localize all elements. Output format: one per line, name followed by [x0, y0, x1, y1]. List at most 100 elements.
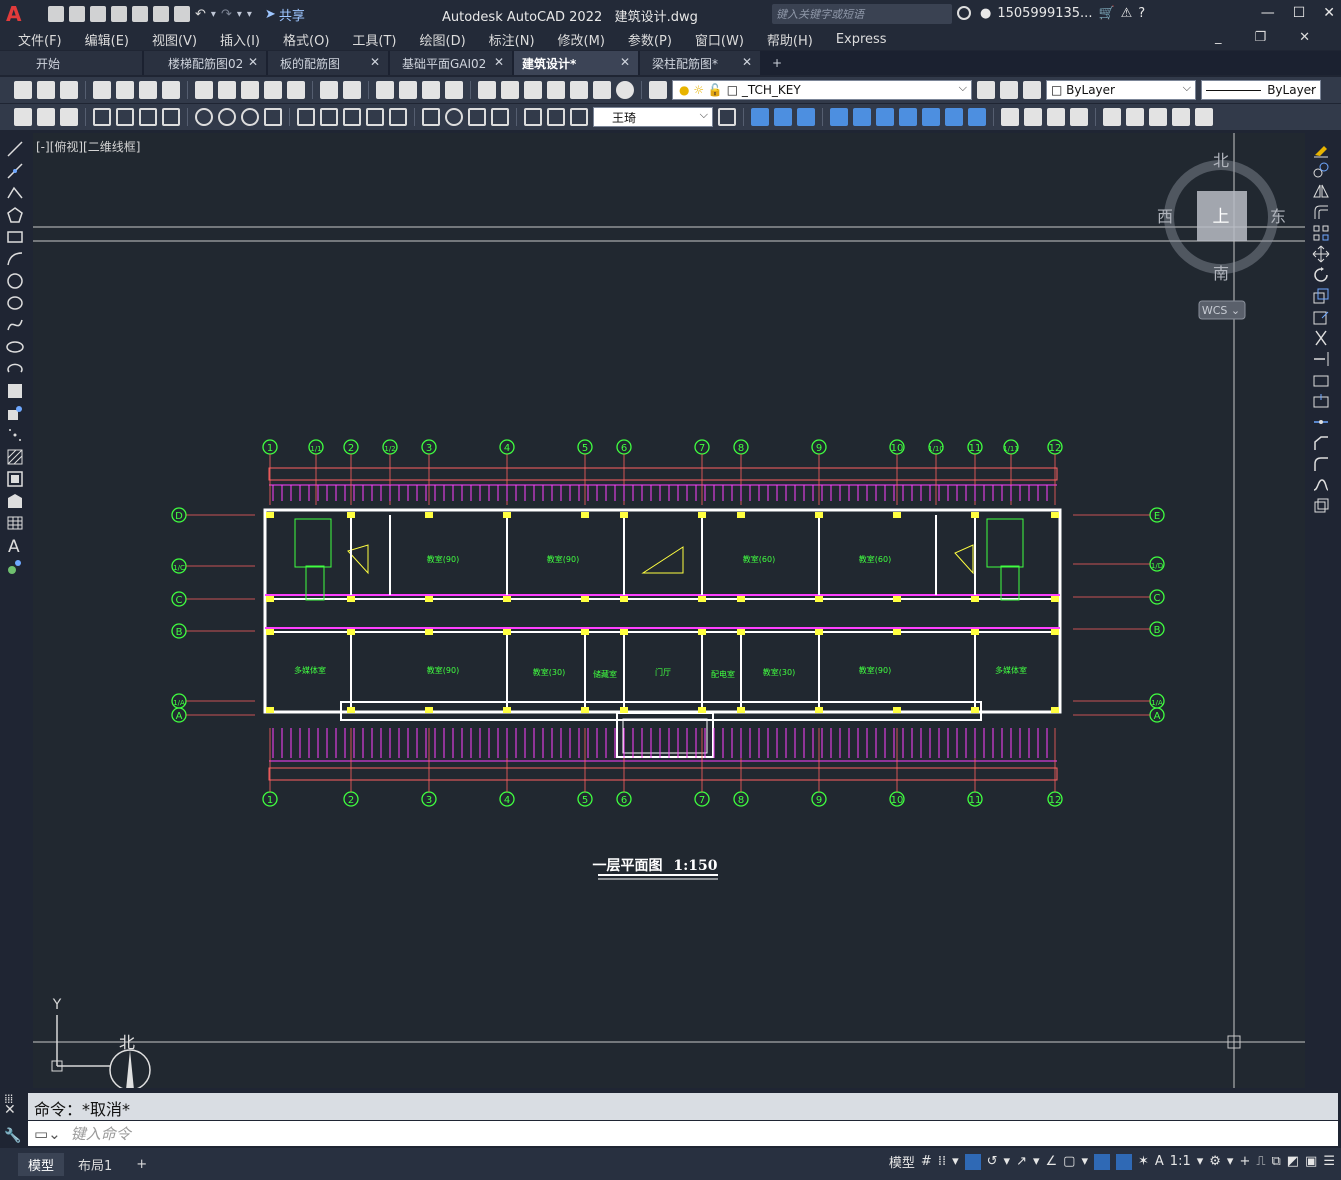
express-tool-14-icon[interactable] [1149, 108, 1167, 126]
point-icon[interactable] [6, 426, 24, 444]
mirror-icon[interactable] [1312, 182, 1330, 200]
close-icon[interactable]: ✕ [248, 55, 258, 69]
new-tab-button[interactable]: + [762, 51, 792, 75]
help-icon[interactable]: ? [1138, 6, 1145, 21]
redo-icon[interactable] [343, 81, 361, 99]
rotate-icon[interactable] [1312, 266, 1330, 284]
customization-icon[interactable]: ☰ [1323, 1154, 1335, 1169]
ellipse-icon[interactable] [6, 338, 24, 356]
explode-icon[interactable] [1312, 497, 1330, 515]
express-tool-6-icon[interactable] [945, 108, 963, 126]
cut-icon[interactable] [195, 81, 213, 99]
viewcube-east-label[interactable]: 东 [1270, 207, 1286, 226]
customize-qat-icon[interactable]: ▾ [247, 9, 252, 20]
dim-radius-icon[interactable] [195, 108, 213, 126]
markup-icon[interactable] [570, 81, 588, 99]
object-snap-tracking-icon[interactable]: ∠ [1046, 1154, 1058, 1169]
tab-foundation[interactable]: 基础平面GAI02 ✕ [390, 51, 512, 75]
dim-edit-icon[interactable] [524, 108, 542, 126]
dim-aligned-icon[interactable] [116, 108, 134, 126]
dim-break-icon[interactable] [389, 108, 407, 126]
tab-beam-column[interactable]: 梁柱配筋图* ✕ [640, 51, 760, 75]
hatch-icon[interactable] [6, 448, 24, 466]
menu-view[interactable]: 视图(V) [152, 30, 197, 49]
tab-model[interactable]: 模型 [18, 1152, 65, 1176]
center-mark-icon[interactable] [445, 108, 463, 126]
open-from-web-icon[interactable] [132, 6, 148, 22]
new-icon[interactable] [48, 6, 64, 22]
offset-icon[interactable] [1312, 203, 1330, 221]
viewcube-south-label[interactable]: 南 [1213, 264, 1229, 283]
undo-icon[interactable]: ↶ [195, 7, 206, 22]
polar-icon[interactable]: ↺ [987, 1154, 998, 1169]
menu-dimension[interactable]: 标注(N) [489, 30, 535, 49]
search-input[interactable]: 键入关键字或短语 [772, 4, 952, 24]
command-input[interactable]: ▭⌄ 键入命令 [28, 1121, 1338, 1146]
spline-icon[interactable] [6, 316, 24, 334]
close-icon[interactable]: ✕ [1323, 5, 1335, 21]
gradient-icon[interactable] [6, 470, 24, 488]
inspect-icon[interactable] [468, 108, 486, 126]
chamfer-icon[interactable] [1312, 434, 1330, 452]
bring-above-icon[interactable] [797, 108, 815, 126]
layer-properties-icon[interactable] [649, 81, 667, 99]
layer-previous-icon[interactable] [1000, 81, 1018, 99]
stretch-icon[interactable] [1312, 308, 1330, 326]
trim-icon[interactable] [1312, 329, 1330, 347]
menu-insert[interactable]: 插入(I) [220, 30, 260, 49]
close-icon[interactable]: ✕ [370, 55, 380, 69]
tab-arch-design[interactable]: 建筑设计* ✕ [514, 51, 638, 75]
annotation-scale-value[interactable]: 1:1 [1170, 1154, 1191, 1169]
dim-baseline-icon[interactable] [320, 108, 338, 126]
help-icon[interactable] [616, 81, 634, 99]
viewcube-north-label[interactable]: 北 [1213, 151, 1229, 170]
express-tool-11-icon[interactable] [1070, 108, 1088, 126]
close-icon[interactable]: ✕ [620, 55, 630, 69]
autodesk-app-icon[interactable]: ⚠ [1121, 6, 1133, 21]
share-button[interactable]: ➤ 共享 [265, 5, 305, 24]
dim-linear-icon[interactable] [93, 108, 111, 126]
jogged-linear-icon[interactable] [491, 108, 509, 126]
make-current-icon[interactable] [977, 81, 995, 99]
redo-icon[interactable]: ↷ [221, 7, 232, 22]
region-icon[interactable] [6, 492, 24, 510]
break-at-point-icon[interactable] [1312, 371, 1330, 389]
express-tool-16-icon[interactable] [1195, 108, 1213, 126]
menu-window[interactable]: 窗口(W) [695, 30, 744, 49]
tab-stair-rebar[interactable]: 楼梯配筋图02 ✕ [144, 51, 266, 75]
linetype-dropdown[interactable]: ByLayer [1201, 80, 1321, 100]
zoom-realtime-icon[interactable] [399, 81, 417, 99]
lightbulb-icon[interactable]: ● [679, 83, 689, 97]
object-snap-icon[interactable]: ▢ [1063, 1154, 1075, 1169]
clean-screen-icon[interactable]: ▣ [1305, 1154, 1317, 1169]
user-account[interactable]: ● 1505999135... 🛒 ⚠? [980, 6, 1145, 21]
text-style-dropdown[interactable]: 王琦 [593, 107, 713, 127]
line-icon[interactable] [6, 140, 24, 158]
auto-scale-icon[interactable]: ✶ [1138, 1154, 1149, 1169]
annotation-scale-dropdown-icon[interactable]: ▾ [1197, 1154, 1204, 1169]
drawing-canvas[interactable]: 北 Y 上 北 南 西 东 WCS ⌄ 一层平面图 1:150 1 1/1 2 1/2… [33, 133, 1305, 1088]
autocad-logo-icon[interactable]: A [6, 1, 32, 27]
calculator-icon[interactable] [593, 81, 611, 99]
multiline-text-icon[interactable]: A [6, 536, 24, 554]
array-icon[interactable] [1312, 224, 1330, 242]
dim-text-edit-icon[interactable] [547, 108, 565, 126]
dim-ordinate-icon[interactable] [162, 108, 180, 126]
layer-states-icon[interactable] [1023, 81, 1041, 99]
save-icon[interactable] [60, 81, 78, 99]
menu-file[interactable]: 文件(F) [18, 30, 62, 49]
qnew-icon[interactable] [14, 81, 32, 99]
workspace-icon[interactable]: ⚙ [1209, 1154, 1221, 1169]
insert-block-icon[interactable] [6, 382, 24, 400]
table-icon[interactable] [6, 514, 24, 532]
annotation-scale-icon[interactable]: A [1155, 1154, 1164, 1169]
doc-minimize-icon[interactable]: _ [1215, 30, 1222, 45]
scale-icon[interactable] [1312, 287, 1330, 305]
blend-curves-icon[interactable] [1312, 476, 1330, 494]
express-tool-1-icon[interactable] [830, 108, 848, 126]
isodraft-icon[interactable]: ↗ [1016, 1154, 1027, 1169]
open-icon[interactable] [69, 6, 85, 22]
express-tool-10-icon[interactable] [1047, 108, 1065, 126]
maximize-icon[interactable]: ☐ [1293, 5, 1306, 21]
grid-icon[interactable]: # [921, 1154, 932, 1169]
